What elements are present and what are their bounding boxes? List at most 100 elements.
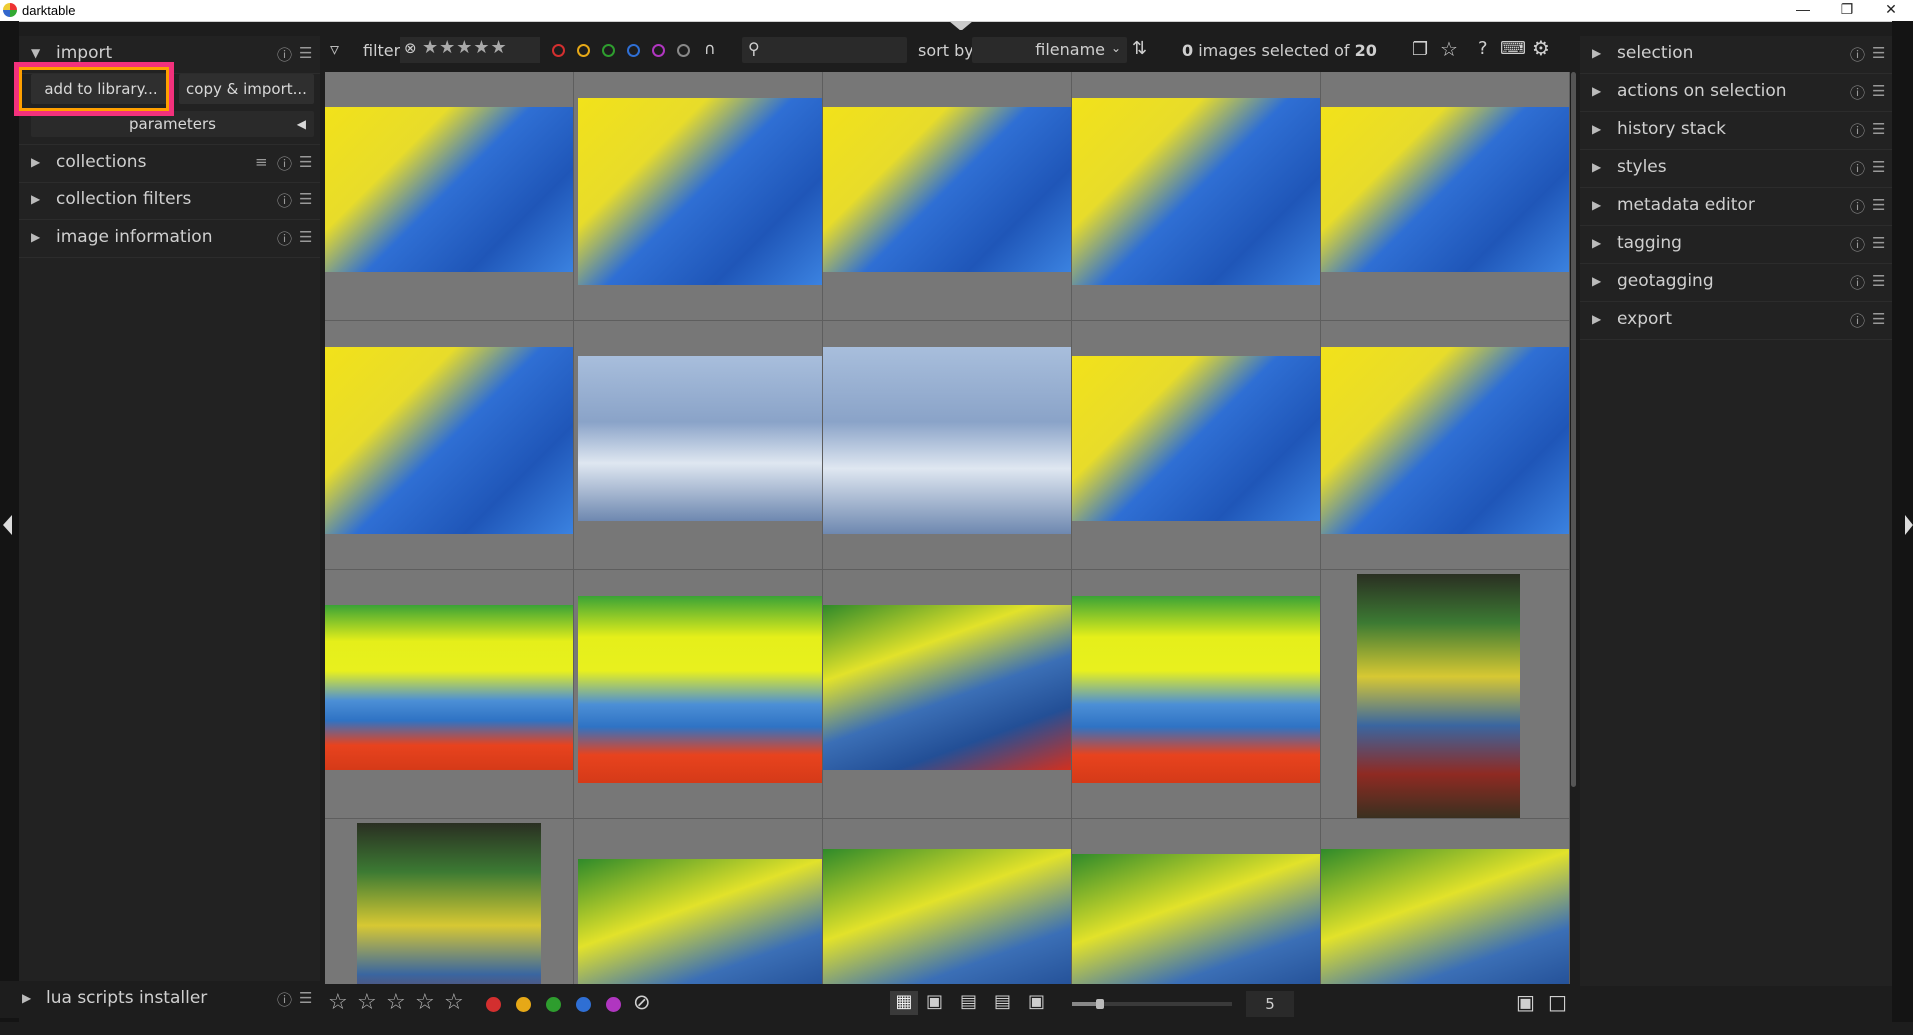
thumbnail-cell[interactable] [823, 72, 1072, 321]
module-collections[interactable]: ▶ collections ≡ ⓘ ☰ [19, 144, 320, 183]
zoomable-layout-icon[interactable]: ▣ [926, 991, 943, 1012]
presets-menu-icon[interactable]: ☰ [1872, 310, 1885, 328]
collapse-right-panel-icon[interactable] [1905, 515, 1913, 535]
reset-icon[interactable]: ⓘ [1850, 82, 1865, 103]
purple-label-icon[interactable] [652, 44, 665, 57]
green-label-icon[interactable] [546, 997, 561, 1012]
module-actions-on-selection[interactable]: ▶ actions on selection ⓘ ☰ [1580, 74, 1892, 112]
clear-labels-icon[interactable]: ⊘ [633, 990, 651, 1014]
filter-funnel-icon[interactable]: ▿ [330, 39, 339, 60]
help-icon[interactable]: ? [1478, 38, 1488, 59]
rating-filter[interactable]: ⊗ ★★★★★ [400, 37, 540, 63]
presets-menu-icon[interactable]: ☰ [1872, 234, 1885, 252]
presets-menu-icon[interactable]: ☰ [299, 44, 312, 62]
green-label-icon[interactable] [602, 44, 615, 57]
focus-peaking-icon[interactable]: ▣ [1516, 990, 1535, 1014]
reset-icon[interactable]: ⓘ [277, 44, 292, 65]
module-tagging[interactable]: ▶ tagging ⓘ ☰ [1580, 226, 1892, 264]
thumbnail-cell[interactable] [1321, 819, 1570, 984]
overlay-star-icon[interactable]: ☆ [1440, 37, 1458, 61]
sort-icon[interactable]: ≡ [255, 153, 268, 171]
preview-icon[interactable]: ▣ [1028, 991, 1045, 1012]
star-5-icon[interactable]: ☆ [444, 990, 464, 1015]
yellow-label-icon[interactable] [577, 44, 590, 57]
reset-icon[interactable]: ⓘ [1850, 310, 1865, 331]
reset-icon[interactable]: ⓘ [277, 153, 292, 174]
close-icon[interactable]: ✕ [1869, 0, 1913, 21]
module-metadata-editor[interactable]: ▶ metadata editor ⓘ ☰ [1580, 188, 1892, 226]
purple-label-icon[interactable] [606, 997, 621, 1012]
sort-dropdown[interactable]: filename ⌄ [972, 37, 1127, 63]
reset-icon[interactable]: ⓘ [277, 228, 292, 249]
red-label-icon[interactable] [486, 997, 501, 1012]
shortcuts-icon[interactable]: ⌨ [1500, 38, 1526, 59]
thumbnail-cell[interactable] [325, 570, 574, 819]
presets-menu-icon[interactable]: ☰ [299, 190, 312, 208]
sort-order-icon[interactable]: ⇅ [1132, 38, 1147, 59]
module-collection-filters[interactable]: ▶ collection filters ⓘ ☰ [19, 182, 320, 220]
thumbnail-cell[interactable] [325, 819, 574, 984]
lua-scripts-installer-row[interactable]: ▶ lua scripts installer ⓘ ☰ [0, 981, 320, 1018]
reject-icon[interactable]: ⊗ [404, 39, 417, 57]
minimize-icon[interactable]: — [1781, 0, 1825, 21]
zoom-slider-handle[interactable] [1096, 999, 1104, 1009]
filemanager-layout-icon[interactable]: ▦ [890, 991, 918, 1015]
display-profile-icon[interactable]: □ [1548, 990, 1567, 1014]
thumbnail-cell[interactable] [574, 570, 823, 819]
reset-icon[interactable]: ⓘ [1850, 120, 1865, 141]
module-export[interactable]: ▶ export ⓘ ☰ [1580, 302, 1892, 340]
thumbnail-cell[interactable] [823, 819, 1072, 984]
presets-menu-icon[interactable]: ☰ [1872, 272, 1885, 290]
module-styles[interactable]: ▶ styles ⓘ ☰ [1580, 150, 1892, 188]
thumbnail-cell[interactable] [1321, 72, 1570, 321]
star-rating-icons[interactable]: ★★★★★ [422, 37, 508, 58]
collapse-left-panel-icon[interactable] [3, 515, 12, 535]
reset-icon[interactable]: ⓘ [1850, 272, 1865, 293]
thumbnail-cell[interactable] [574, 72, 823, 321]
thumbnail-cell[interactable] [1321, 321, 1570, 570]
search-input[interactable]: ⚲ [742, 37, 907, 63]
presets-menu-icon[interactable]: ☰ [1872, 158, 1885, 176]
presets-menu-icon[interactable]: ☰ [299, 153, 312, 171]
reset-icon[interactable]: ⓘ [1850, 158, 1865, 179]
star-1-icon[interactable]: ☆ [328, 990, 348, 1015]
star-4-icon[interactable]: ☆ [415, 990, 435, 1015]
reset-icon[interactable]: ⓘ [277, 989, 292, 1010]
star-3-icon[interactable]: ☆ [386, 990, 406, 1015]
module-selection[interactable]: ▶ selection ⓘ ☰ [1580, 36, 1892, 74]
gray-label-icon[interactable] [677, 44, 690, 57]
thumbnail-cell[interactable] [325, 72, 574, 321]
reset-icon[interactable]: ⓘ [1850, 234, 1865, 255]
thumbnail-cell[interactable] [1072, 72, 1321, 321]
thumbnail-cell[interactable] [1072, 321, 1321, 570]
thumbnail-cell[interactable] [1072, 570, 1321, 819]
module-image-information[interactable]: ▶ image information ⓘ ☰ [19, 220, 320, 258]
reset-icon[interactable]: ⓘ [1850, 196, 1865, 217]
blue-label-icon[interactable] [627, 44, 640, 57]
red-label-icon[interactable] [552, 44, 565, 57]
thumbnail-cell[interactable] [1072, 819, 1321, 984]
module-geotagging[interactable]: ▶ geotagging ⓘ ☰ [1580, 264, 1892, 302]
zoom-slider[interactable] [1072, 999, 1232, 1009]
reset-icon[interactable]: ⓘ [277, 190, 292, 211]
presets-menu-icon[interactable]: ☰ [299, 989, 312, 1007]
culling-fixed-icon[interactable]: ▤ [960, 991, 977, 1012]
zoom-entry[interactable]: 5 [1246, 991, 1294, 1017]
grid-scrollbar[interactable] [1571, 72, 1576, 787]
thumbnail-cell[interactable] [823, 570, 1072, 819]
thumbnail-cell[interactable] [325, 321, 574, 570]
culling-dynamic-icon[interactable]: ▤ [994, 991, 1011, 1012]
reset-icon[interactable]: ⓘ [1850, 44, 1865, 65]
thumbnail-cell[interactable] [1321, 570, 1570, 819]
yellow-label-icon[interactable] [516, 997, 531, 1012]
star-2-icon[interactable]: ☆ [357, 990, 377, 1015]
module-history-stack[interactable]: ▶ history stack ⓘ ☰ [1580, 112, 1892, 150]
presets-menu-icon[interactable]: ☰ [1872, 82, 1885, 100]
copy-and-import-button[interactable]: copy & import... [179, 74, 314, 104]
grouping-icon[interactable]: ❐ [1412, 39, 1428, 60]
label-operator-icon[interactable]: ∩ [704, 39, 716, 58]
thumbnail-cell[interactable] [574, 321, 823, 570]
thumbnail-cell[interactable] [823, 321, 1072, 570]
maximize-icon[interactable]: ❐ [1825, 0, 1869, 21]
gear-icon[interactable]: ⚙ [1532, 36, 1550, 60]
